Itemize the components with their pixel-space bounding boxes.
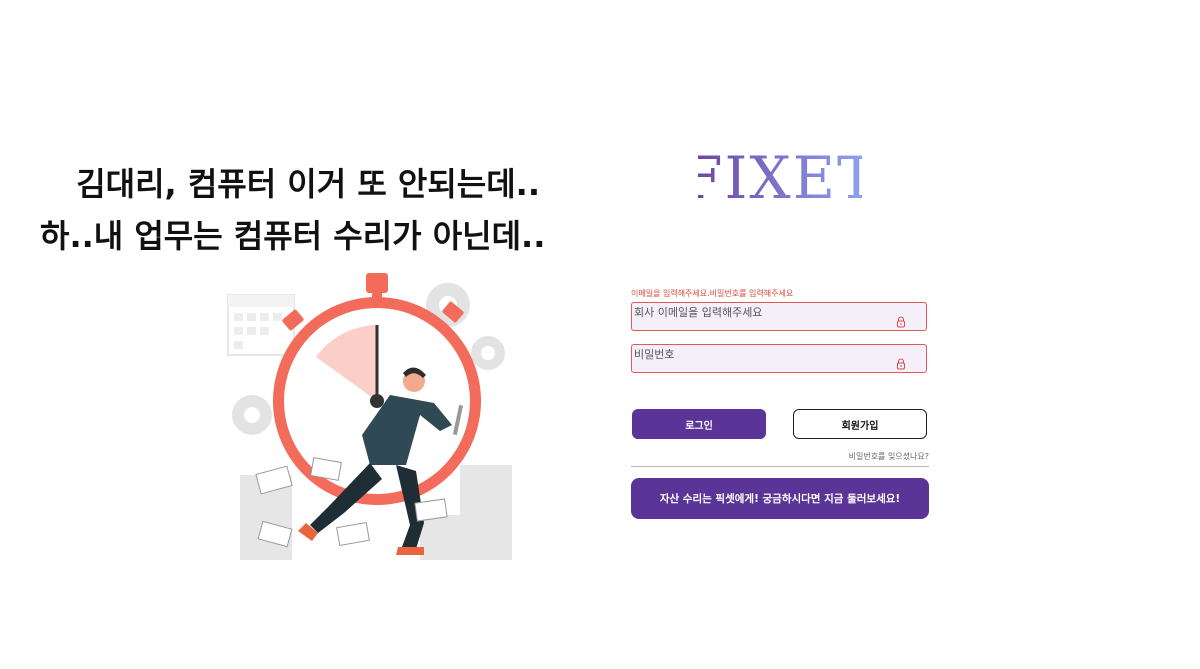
- lock-icon: [897, 316, 905, 328]
- hero-headline: 김대리, 컴퓨터 이거 또 안되는데.. 하..내 업무는 컴퓨터 수리가 아닌…: [40, 158, 546, 262]
- stopwatch-runner-illustration: [220, 265, 520, 565]
- login-button[interactable]: 로그인: [632, 409, 766, 439]
- lock-icon: [897, 358, 905, 370]
- fixet-logo: FIXET: [698, 140, 862, 206]
- password-field[interactable]: [631, 341, 927, 373]
- password-input[interactable]: [632, 341, 884, 368]
- headline-line-1: 김대리, 컴퓨터 이거 또 안되는데..: [76, 165, 540, 203]
- forgot-password-link[interactable]: 비밀번호를 잊으셨나요?: [760, 451, 929, 462]
- explore-banner-button[interactable]: 자산 수리는 픽셋에게! 궁금하시다면 지금 둘러보세요!: [631, 478, 929, 519]
- logo-text: FIXET: [698, 144, 862, 206]
- validation-error: 이메일을 입력해주세요.비밀번호를 입력해주세요: [631, 289, 794, 298]
- signup-button[interactable]: 회원가입: [793, 409, 927, 439]
- divider: [631, 466, 929, 467]
- headline-line-2: 하..내 업무는 컴퓨터 수리가 아닌데..: [40, 217, 546, 255]
- email-field[interactable]: [631, 299, 927, 331]
- stopwatch-icon: [273, 273, 481, 505]
- email-input[interactable]: [632, 299, 884, 326]
- calendar-icon: [227, 294, 295, 356]
